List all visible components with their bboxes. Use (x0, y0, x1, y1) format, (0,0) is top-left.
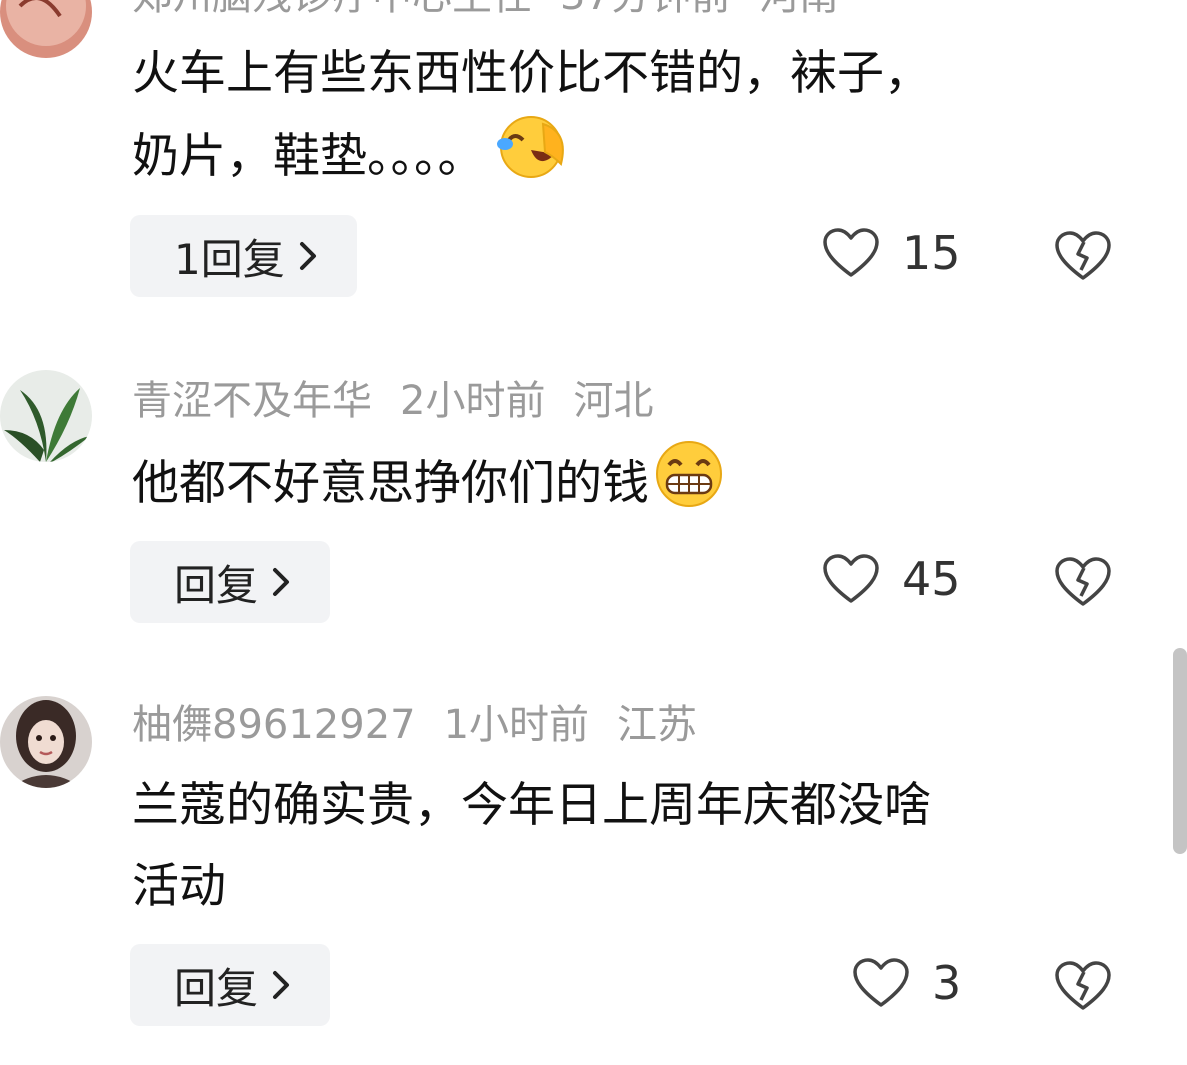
reply-button[interactable]: 回复 (130, 541, 331, 623)
comment-meta: 郑州脑残诊疗中心主任 37分钟前 河南 (132, 0, 867, 22)
laughing-crying-emoji-icon (491, 114, 575, 205)
comment-location: 江苏 (617, 702, 698, 748)
comment-text-line: 火车上有些东西性价比不错的，袜子， (132, 46, 931, 101)
comment-text-line: 活动 (132, 859, 226, 914)
comment-text-line: 兰蔻的确实贵，今年日上周年庆都没啥 (132, 778, 931, 833)
comment-location: 河南 (759, 0, 839, 19)
avatar[interactable] (0, 0, 92, 58)
comment-meta: 青涩不及年华 2小时前 河北 (132, 375, 681, 427)
reply-label: 回复 (174, 963, 259, 1013)
comment-meta: 柚儛89612927 1小时前 江苏 (132, 699, 725, 751)
like-button[interactable]: 3 (852, 956, 961, 1010)
username[interactable]: 青涩不及年华 (132, 378, 372, 424)
comment-text-line-row: 他都不好意思挣你们的钱 (132, 439, 1092, 534)
chevron-right-icon (272, 558, 290, 607)
chevron-right-icon (272, 961, 290, 1010)
heart-icon (853, 958, 909, 1007)
chevron-right-icon (299, 232, 317, 281)
comment-text: 火车上有些东西性价比不错的，袜子， 奶片，鞋垫。。。。 (132, 33, 1092, 205)
like-button[interactable]: 15 (822, 226, 961, 280)
like-count: 3 (932, 956, 962, 1010)
comment-time: 2小时前 (400, 378, 546, 424)
dislike-button[interactable] (1054, 960, 1112, 1016)
username[interactable]: 柚儛89612927 (132, 702, 416, 748)
avatar[interactable] (0, 370, 92, 462)
reply-button[interactable]: 回复 (130, 944, 331, 1026)
reply-button[interactable]: 1回复 (130, 215, 357, 297)
dislike-button[interactable] (1054, 556, 1112, 612)
grinning-emoji-icon (649, 439, 729, 534)
comment-text: 兰蔻的确实贵，今年日上周年庆都没啥 活动 (132, 765, 1092, 927)
like-button[interactable]: 45 (822, 552, 961, 606)
like-count: 45 (902, 552, 961, 606)
dislike-button[interactable] (1054, 230, 1112, 286)
comment-time: 37分钟前 (560, 0, 731, 19)
avatar[interactable] (0, 696, 92, 788)
broken-heart-icon (1055, 557, 1111, 606)
username[interactable]: 郑州脑残诊疗中心主任 (132, 0, 532, 19)
broken-heart-icon (1055, 231, 1111, 280)
comment-text-line: 他都不好意思挣你们的钱 (132, 456, 649, 511)
heart-icon (823, 228, 879, 277)
reply-label: 1回复 (174, 234, 285, 284)
broken-heart-icon (1055, 961, 1111, 1010)
comment-time: 1小时前 (443, 702, 590, 748)
scrollbar[interactable] (1173, 648, 1187, 854)
heart-icon (823, 554, 879, 603)
comment-text: 他都不好意思挣你们的钱 (132, 439, 1092, 534)
comment-text-line: 奶片，鞋垫。。。。 (132, 129, 485, 184)
like-count: 15 (902, 226, 961, 280)
comment-location: 河北 (573, 378, 654, 424)
comment-text-line-row: 奶片，鞋垫。。。。 (132, 114, 1092, 205)
reply-label: 回复 (174, 560, 259, 610)
